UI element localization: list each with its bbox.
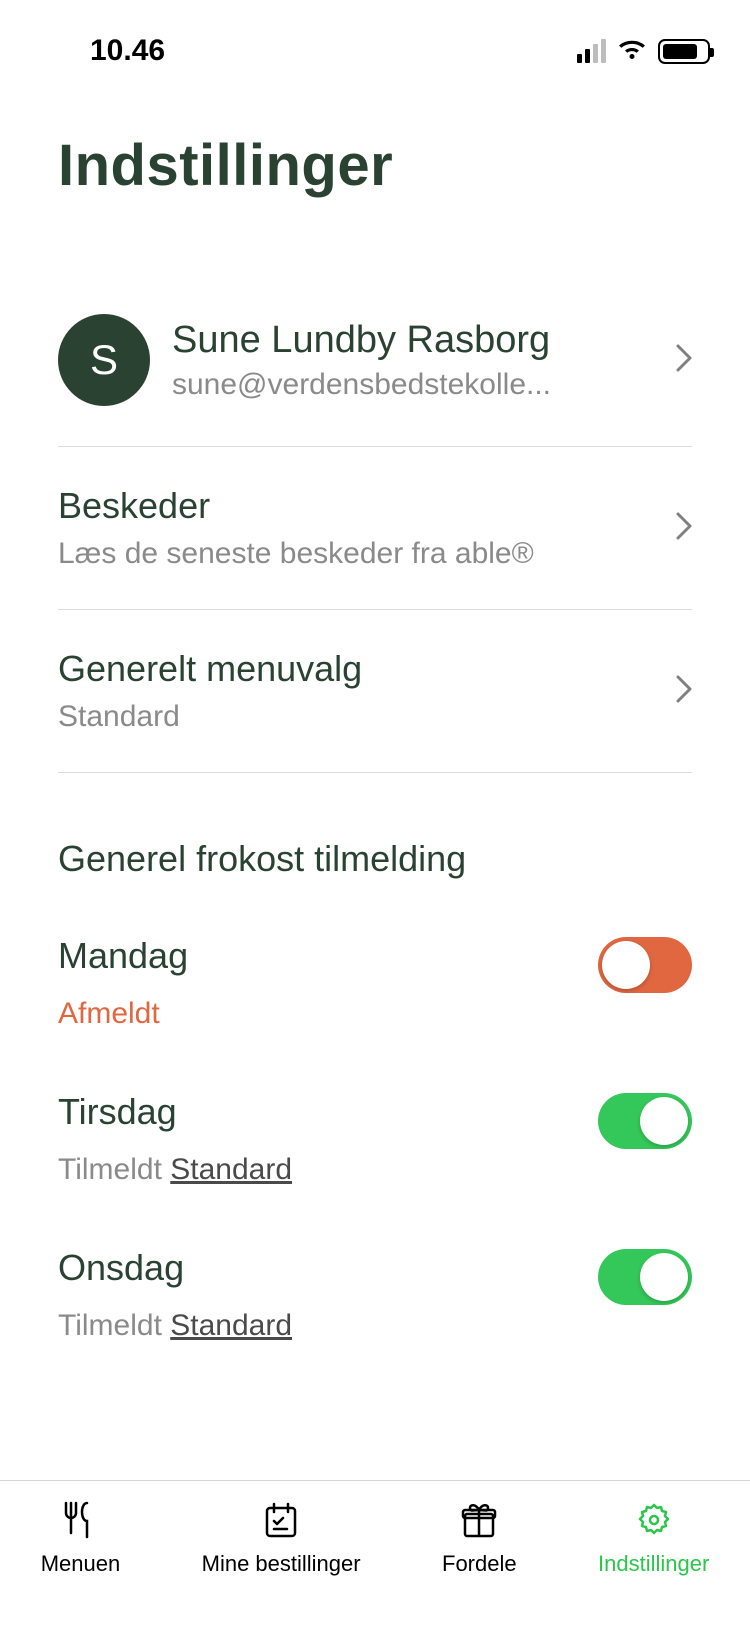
chevron-right-icon [676, 512, 692, 545]
signal-icon [577, 39, 606, 63]
tab-orders[interactable]: Mine bestillinger [202, 1499, 361, 1577]
tab-bar: Menuen Mine bestillinger Fordele Indstil… [0, 1480, 750, 1626]
battery-icon [658, 39, 710, 64]
tab-settings[interactable]: Indstillinger [598, 1499, 709, 1577]
wifi-icon [616, 39, 648, 63]
tab-orders-label: Mine bestillinger [202, 1551, 361, 1577]
status-time: 10.46 [90, 34, 165, 68]
tab-benefits-label: Fordele [442, 1551, 517, 1577]
day-status[interactable]: Tilmeldt Standard [58, 1153, 598, 1187]
day-row: Tirsdag Tilmeldt Standard [58, 1091, 692, 1187]
day-row: Mandag Afmeldt [58, 935, 692, 1031]
profile-email: sune@verdensbedstekolle... [172, 368, 666, 402]
day-toggle[interactable] [598, 1249, 692, 1305]
day-row: Onsdag Tilmeldt Standard [58, 1247, 692, 1343]
menu-choice-value: Standard [58, 700, 666, 734]
day-name: Mandag [58, 935, 598, 977]
chevron-right-icon [676, 344, 692, 377]
messages-row[interactable]: Beskeder Læs de seneste beskeder fra abl… [58, 447, 692, 610]
day-name: Tirsdag [58, 1091, 598, 1133]
messages-title: Beskeder [58, 485, 666, 527]
menu-choice-title: Generelt menuvalg [58, 648, 666, 690]
tab-menu[interactable]: Menuen [41, 1499, 121, 1577]
day-name: Onsdag [58, 1247, 598, 1289]
day-status: Afmeldt [58, 997, 598, 1031]
chevron-right-icon [676, 675, 692, 708]
menu-choice-row[interactable]: Generelt menuvalg Standard [58, 610, 692, 773]
page-title: Indstillinger [58, 132, 692, 199]
tab-benefits[interactable]: Fordele [442, 1499, 517, 1577]
tab-settings-label: Indstillinger [598, 1551, 709, 1577]
messages-subtitle: Læs de seneste beskeder fra able® [58, 537, 666, 571]
day-toggle[interactable] [598, 937, 692, 993]
day-toggle[interactable] [598, 1093, 692, 1149]
avatar: S [58, 314, 150, 406]
status-bar: 10.46 [0, 0, 750, 80]
lunch-section-header: Generel frokost tilmelding [58, 838, 692, 880]
day-status[interactable]: Tilmeldt Standard [58, 1309, 598, 1343]
status-icons [577, 39, 710, 64]
profile-row[interactable]: S Sune Lundby Rasborg sune@verdensbedste… [58, 314, 692, 447]
tab-menu-label: Menuen [41, 1551, 121, 1577]
profile-name: Sune Lundby Rasborg [172, 319, 666, 362]
